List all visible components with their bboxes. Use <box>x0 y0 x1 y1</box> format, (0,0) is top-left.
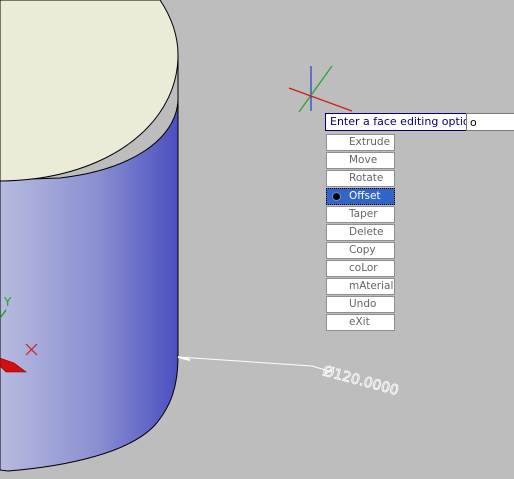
command-prompt: Enter a face editing option <box>325 113 482 131</box>
menu-item-offset[interactable]: Offset <box>326 188 395 205</box>
menu-item-label: Move <box>349 154 378 166</box>
drawing-viewport[interactable]: Ø120.0000 Y <box>0 0 514 479</box>
selected-bullet-icon <box>333 193 340 200</box>
ucs-y-label: Y <box>3 295 12 309</box>
menu-item-delete[interactable]: Delete <box>326 224 395 241</box>
menu-item-label: mAterial <box>349 280 394 292</box>
menu-item-label: Copy <box>349 244 376 256</box>
menu-item-label: Taper <box>349 208 378 220</box>
menu-item-label: eXit <box>349 316 370 328</box>
menu-item-material[interactable]: mAterial <box>326 278 395 295</box>
menu-item-taper[interactable]: Taper <box>326 206 395 223</box>
face-edit-options-menu: Extrude Move Rotate Offset Taper Delete … <box>326 134 395 332</box>
menu-item-label: Undo <box>349 298 377 310</box>
menu-item-rotate[interactable]: Rotate <box>326 170 395 187</box>
menu-item-color[interactable]: coLor <box>326 260 395 277</box>
menu-item-exit[interactable]: eXit <box>326 314 395 331</box>
menu-item-label: Extrude <box>349 136 391 148</box>
menu-item-move[interactable]: Move <box>326 152 395 169</box>
command-input[interactable] <box>466 113 514 131</box>
menu-item-copy[interactable]: Copy <box>326 242 395 259</box>
menu-item-label: Offset <box>349 190 381 202</box>
menu-item-label: Delete <box>349 226 384 238</box>
menu-item-label: Rotate <box>349 172 384 184</box>
menu-item-label: coLor <box>349 262 378 274</box>
menu-item-undo[interactable]: Undo <box>326 296 395 313</box>
menu-item-extrude[interactable]: Extrude <box>326 134 395 151</box>
